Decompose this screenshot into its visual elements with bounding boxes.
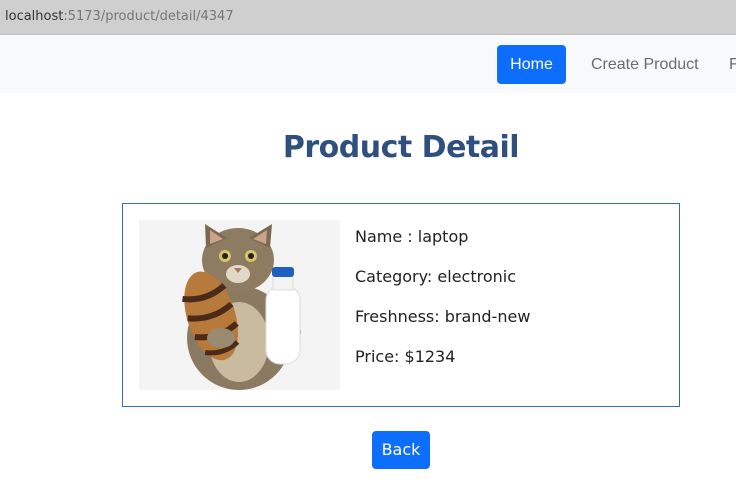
back-button[interactable]: Back xyxy=(372,431,430,469)
browser-url-bar[interactable]: localhost:5173/product/detail/4347 xyxy=(0,0,736,35)
product-details: Name : laptop Category: electronic Fresh… xyxy=(355,225,530,385)
nav-home-button[interactable]: Home xyxy=(497,45,566,84)
url-path: :5173/product/detail/4347 xyxy=(63,9,234,24)
product-card: Name : laptop Category: electronic Fresh… xyxy=(122,203,680,407)
url-host: localhost xyxy=(5,9,64,24)
product-price: Price: $1234 xyxy=(355,347,456,366)
page-title: Product Detail xyxy=(282,130,520,165)
product-category: Category: electronic xyxy=(355,267,516,286)
cat-illustration-icon xyxy=(182,224,301,390)
product-name: Name : laptop xyxy=(355,227,469,246)
product-freshness: Freshness: brand-new xyxy=(355,307,531,326)
nav-truncated-link[interactable]: F xyxy=(729,45,736,84)
nav-create-product-link[interactable]: Create Product xyxy=(591,45,699,84)
top-navbar: Home Create Product F xyxy=(0,36,736,93)
url-text[interactable]: localhost:5173/product/detail/4347 xyxy=(5,9,234,25)
product-image xyxy=(139,220,340,390)
